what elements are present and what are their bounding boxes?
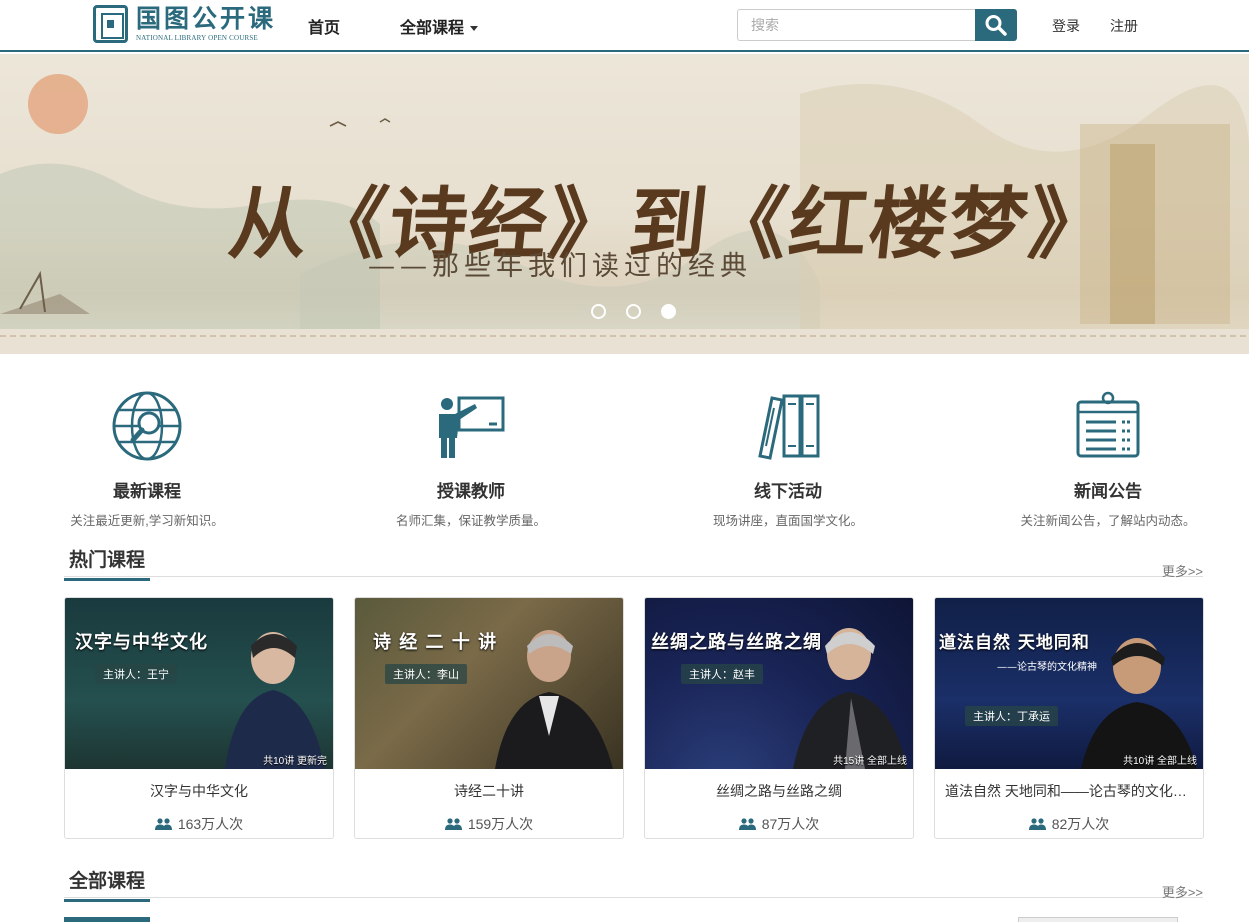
- course-views-count: 82万人次: [1051, 816, 1110, 832]
- course-card[interactable]: 丝绸之路与丝路之绸 主讲人：赵丰 共15讲 全部上线 丝绸之路与丝路之绸 87万…: [644, 597, 914, 839]
- globe-search-icon: [112, 391, 182, 461]
- thumbnail-speaker: 主讲人：赵丰: [681, 664, 763, 684]
- course-thumbnail[interactable]: 汉字与中华文化 主讲人：王宁 共10讲 更新完: [65, 598, 333, 769]
- thumbnail-title: 道法自然 天地同和: [939, 633, 1090, 653]
- feature-title: 授课教师: [437, 482, 505, 501]
- lecturer-photo: [1081, 638, 1197, 769]
- feature-latest-courses[interactable]: 最新课程 关注最近更新,学习新知识。: [22, 390, 272, 529]
- lecturer-photo: [225, 632, 325, 769]
- bulletin-board-icon: [1076, 391, 1140, 458]
- thumbnail-episode-badge: 共15讲 全部上线: [833, 756, 907, 767]
- people-icon: [738, 818, 756, 830]
- people-icon: [444, 818, 462, 830]
- thumbnail-episode-badge: 共10讲 全部上线: [1123, 756, 1197, 767]
- thumbnail-title: 丝绸之路与丝路之绸: [651, 632, 822, 653]
- register-link[interactable]: 注册: [1110, 16, 1138, 36]
- course-views-count: 87万人次: [761, 816, 820, 832]
- feature-title: 最新课程: [113, 482, 181, 501]
- caret-down-icon: [470, 26, 479, 32]
- course-card[interactable]: 汉字与中华文化 主讲人：王宁 共10讲 更新完 汉字与中华文化 163万人次: [64, 597, 334, 839]
- logo-chinese-text: 国图公开课: [136, 4, 277, 33]
- search-icon: [985, 15, 1007, 36]
- site-logo[interactable]: 国图公开课 NATIONAL LIBRARY OPEN COURSE: [93, 5, 276, 43]
- banner-subtitle: ——那些年我们读过的经典: [368, 251, 752, 282]
- course-thumbnail[interactable]: 道法自然 天地同和 ——论古琴的文化精神 主讲人：丁承运 共10讲 全部上线: [935, 598, 1203, 769]
- logo-seal-icon: [93, 5, 128, 43]
- thumbnail-episode-badge: 共10讲 更新完: [263, 756, 327, 767]
- carousel-indicators: [591, 304, 676, 319]
- all-courses-header: 全部课程 更多>>: [64, 866, 1203, 902]
- thumbnail-speaker: 主讲人：李山: [385, 664, 467, 684]
- feature-offline-events[interactable]: 线下活动 现场讲座，直面国学文化。: [663, 390, 913, 529]
- category-tab-active[interactable]: [64, 917, 150, 922]
- search-input[interactable]: [737, 9, 976, 41]
- feature-desc: 关注新闻公告，了解站内动态。: [1020, 514, 1196, 528]
- teacher-icon: [439, 396, 505, 458]
- course-views: 82万人次: [935, 814, 1203, 834]
- all-courses-title: 全部课程: [64, 866, 151, 902]
- course-card[interactable]: 诗 经 二 十 讲 主讲人：李山 诗经二十讲 159万人次: [354, 597, 624, 839]
- nav-all-courses-label: 全部课程: [400, 20, 465, 37]
- course-views: 87万人次: [645, 814, 913, 834]
- course-card[interactable]: 道法自然 天地同和 ——论古琴的文化精神 主讲人：丁承运 共10讲 全部上线 道…: [934, 597, 1204, 839]
- sort-tabs[interactable]: [1018, 917, 1178, 922]
- course-views-count: 163万人次: [177, 816, 244, 832]
- people-icon: [1028, 818, 1046, 830]
- nav-all-courses-dropdown[interactable]: 全部课程: [400, 14, 479, 38]
- nav-home-link[interactable]: 首页: [308, 14, 340, 38]
- feature-desc: 现场讲座，直面国学文化。: [712, 514, 863, 528]
- feature-desc: 名师汇集，保证教学质量。: [395, 514, 546, 528]
- course-name[interactable]: 道法自然 天地同和——论古琴的文化精神: [935, 781, 1203, 801]
- thumbnail-speaker: 主讲人：王宁: [95, 664, 177, 684]
- course-views: 163万人次: [65, 814, 333, 834]
- thumbnail-title: 汉字与中华文化: [75, 632, 208, 653]
- hero-banner-carousel[interactable]: 从《诗经》到《红楼梦》 ——那些年我们读过的经典: [0, 54, 1249, 354]
- search-button[interactable]: [975, 9, 1017, 41]
- carousel-dot-3[interactable]: [661, 304, 676, 319]
- thumbnail-speaker: 主讲人：丁承运: [965, 706, 1058, 726]
- feature-title: 新闻公告: [1074, 482, 1142, 501]
- feature-news[interactable]: 新闻公告 关注新闻公告，了解站内动态。: [983, 390, 1233, 529]
- all-courses-more-link[interactable]: 更多>>: [1162, 882, 1203, 901]
- course-thumbnail[interactable]: 丝绸之路与丝路之绸 主讲人：赵丰 共15讲 全部上线: [645, 598, 913, 769]
- lecturer-photo: [495, 630, 613, 769]
- course-name[interactable]: 丝绸之路与丝路之绸: [645, 781, 913, 801]
- feature-title: 线下活动: [754, 482, 822, 501]
- site-header: 国图公开课 NATIONAL LIBRARY OPEN COURSE 首页 全部…: [0, 0, 1249, 52]
- login-link[interactable]: 登录: [1052, 16, 1080, 36]
- carousel-dot-1[interactable]: [591, 304, 606, 319]
- carousel-dot-2[interactable]: [626, 304, 641, 319]
- course-views: 159万人次: [355, 814, 623, 834]
- people-icon: [154, 818, 172, 830]
- books-icon: [758, 394, 820, 460]
- course-views-count: 159万人次: [467, 816, 534, 832]
- feature-desc: 关注最近更新,学习新知识。: [70, 514, 224, 528]
- course-thumbnail[interactable]: 诗 经 二 十 讲 主讲人：李山: [355, 598, 623, 769]
- hot-courses-more-link[interactable]: 更多>>: [1162, 561, 1203, 580]
- course-name[interactable]: 汉字与中华文化: [65, 781, 333, 801]
- thumbnail-subtitle: ——论古琴的文化精神: [997, 662, 1097, 673]
- hot-courses-header: 热门课程 更多>>: [64, 545, 1203, 581]
- feature-teachers[interactable]: 授课教师 名师汇集，保证教学质量。: [346, 390, 596, 529]
- hot-courses-title: 热门课程: [64, 545, 151, 581]
- logo-english-text: NATIONAL LIBRARY OPEN COURSE: [136, 34, 258, 42]
- thumbnail-title: 诗 经 二 十 讲: [373, 632, 498, 653]
- course-name[interactable]: 诗经二十讲: [355, 781, 623, 801]
